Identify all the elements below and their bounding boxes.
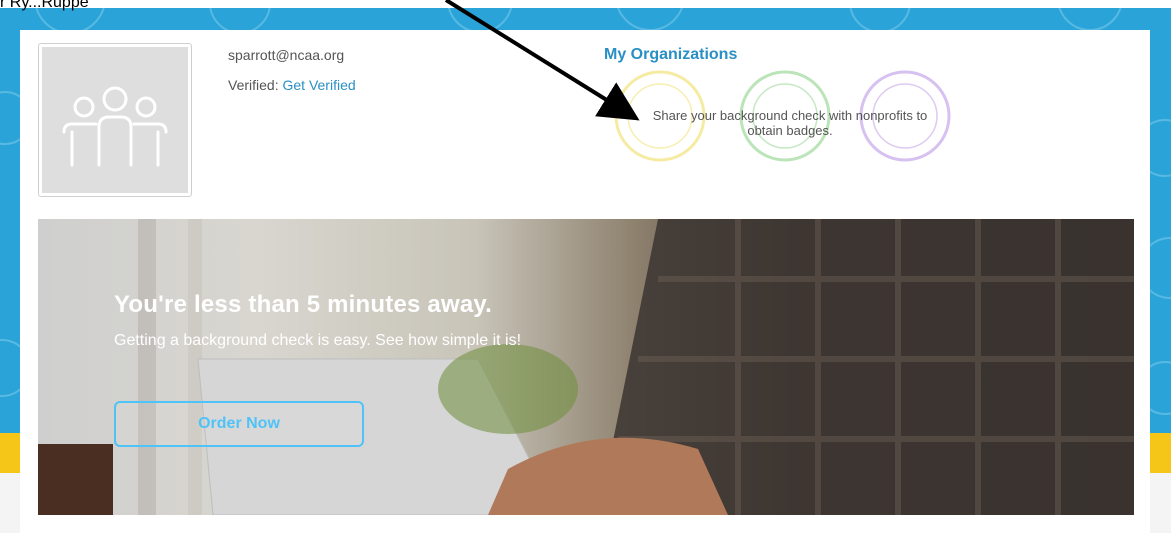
banner-subtitle: Getting a background check is easy. See …: [114, 332, 522, 349]
profile-card: sparrott@ncaa.org Verified: Get Verified…: [20, 30, 1150, 533]
get-verified-link[interactable]: Get Verified: [282, 77, 355, 93]
verified-label: Verified:: [228, 77, 279, 93]
group-icon: [62, 86, 168, 167]
avatar-placeholder: [42, 47, 188, 193]
promo-banner: You're less than 5 minutes away. Getting…: [38, 219, 1134, 515]
badges-hint: Share your background check with nonprof…: [652, 108, 928, 138]
banner-title: You're less than 5 minutes away.: [114, 291, 493, 318]
avatar[interactable]: [38, 43, 192, 197]
verification-status: Verified: Get Verified: [228, 77, 356, 93]
organizations-title: My Organizations: [604, 46, 738, 63]
annotation-caption: r Ry...Ruppe: [0, 0, 89, 11]
top-strip: [0, 0, 1171, 8]
user-email: sparrott@ncaa.org: [228, 47, 345, 63]
banner-photo: [38, 219, 1134, 515]
order-now-button[interactable]: Order Now: [114, 401, 364, 447]
